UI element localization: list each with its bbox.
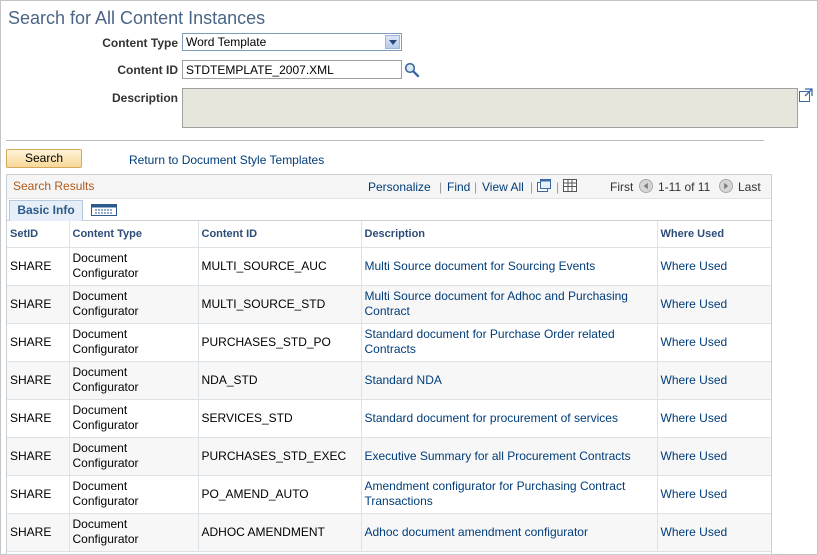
where-used-link[interactable]: Where Used xyxy=(661,335,728,349)
description-link[interactable]: Multi Source document for Sourcing Event… xyxy=(365,259,596,273)
content-type-label: Content Type xyxy=(102,36,178,50)
content-type-cell: Document Configurator xyxy=(69,361,199,400)
content-type-cell: Document Configurator xyxy=(69,437,199,476)
description-link[interactable]: Adhoc document amendment configurator xyxy=(365,525,588,539)
column-header-content-type[interactable]: Content Type xyxy=(69,221,199,248)
content-id-cell: MULTI_SOURCE_STD xyxy=(198,285,362,324)
content-type-cell: Document Configurator xyxy=(69,247,199,286)
where-used-link[interactable]: Where Used xyxy=(661,411,728,425)
setid-cell: SHARE xyxy=(7,437,70,476)
content-id-cell: ADHOC AMENDMENT xyxy=(198,513,362,552)
next-arrow-icon[interactable] xyxy=(719,179,733,193)
content-type-cell: Document Configurator xyxy=(69,399,199,438)
table-row: SHARE Document Configurator MULTI_SOURCE… xyxy=(7,247,771,286)
column-header-content-id[interactable]: Content ID xyxy=(198,221,362,248)
setid-cell: SHARE xyxy=(7,361,70,400)
description-link[interactable]: Executive Summary for all Procurement Co… xyxy=(365,449,631,463)
grid-title: Search Results xyxy=(13,179,95,193)
row-range: 1-11 of 11 xyxy=(658,180,711,194)
content-type-cell: Document Configurator xyxy=(69,475,199,514)
results-table: SetID Content Type Content ID Descriptio… xyxy=(7,221,771,552)
table-row: SHARE Document Configurator ADHOC AMENDM… xyxy=(7,513,771,552)
separator: | xyxy=(556,180,560,194)
content-id-cell: PO_AMEND_AUTO xyxy=(198,475,362,514)
magnifier-icon[interactable] xyxy=(404,62,420,78)
content-type-cell: Document Configurator xyxy=(69,513,199,552)
table-row: SHARE Document Configurator PURCHASES_ST… xyxy=(7,323,771,362)
where-used-link[interactable]: Where Used xyxy=(661,373,728,387)
description-link[interactable]: Multi Source document for Adhoc and Purc… xyxy=(365,289,628,318)
find-link[interactable]: Find xyxy=(447,180,470,194)
show-all-columns-icon[interactable] xyxy=(91,204,117,216)
download-grid-icon[interactable] xyxy=(563,179,577,192)
content-type-cell: Document Configurator xyxy=(69,323,199,362)
page-title: Search for All Content Instances xyxy=(8,8,266,28)
setid-cell: SHARE xyxy=(7,475,70,514)
column-header-setid[interactable]: SetID xyxy=(7,221,70,248)
grid-header-bar: Search Results Personalize | Find | View… xyxy=(7,175,771,199)
description-label: Description xyxy=(111,91,178,105)
expand-textarea-icon[interactable] xyxy=(799,88,813,102)
setid-cell: SHARE xyxy=(7,323,70,362)
table-row: SHARE Document Configurator SERVICES_STD… xyxy=(7,399,771,438)
first-label: First xyxy=(610,180,634,194)
separator: | xyxy=(530,180,534,194)
where-used-link[interactable]: Where Used xyxy=(661,487,728,501)
personalize-link[interactable]: Personalize xyxy=(368,180,431,194)
content-id-label: Content ID xyxy=(117,63,178,77)
grid-tab-row: Basic Info xyxy=(7,199,771,221)
content-id-cell: NDA_STD xyxy=(198,361,362,400)
search-button[interactable]: Search xyxy=(6,149,82,168)
search-results-grid: Search Results Personalize | Find | View… xyxy=(6,174,772,555)
where-used-link[interactable]: Where Used xyxy=(661,297,728,311)
column-header-description[interactable]: Description xyxy=(361,221,658,248)
content-id-cell: MULTI_SOURCE_AUC xyxy=(198,247,362,286)
table-row: SHARE Document Configurator MULTI_SOURCE… xyxy=(7,285,771,324)
table-header-row: SetID Content Type Content ID Descriptio… xyxy=(7,221,771,248)
section-divider xyxy=(6,140,764,141)
chevron-down-icon[interactable] xyxy=(385,35,400,49)
content-type-value: Word Template xyxy=(186,35,267,49)
previous-arrow-icon[interactable] xyxy=(639,179,653,193)
description-field[interactable] xyxy=(182,88,798,128)
description-link[interactable]: Standard document for Purchase Order rel… xyxy=(365,327,615,356)
table-row: SHARE Document Configurator NDA_STD Stan… xyxy=(7,361,771,400)
column-header-where-used[interactable]: Where Used xyxy=(657,221,771,248)
content-type-cell: Document Configurator xyxy=(69,285,199,324)
content-type-select[interactable]: Word Template xyxy=(182,33,402,51)
content-id-cell: SERVICES_STD xyxy=(198,399,362,438)
separator: | xyxy=(474,180,478,194)
where-used-link[interactable]: Where Used xyxy=(661,525,728,539)
where-used-link[interactable]: Where Used xyxy=(661,449,728,463)
tab-basic-info[interactable]: Basic Info xyxy=(9,200,83,221)
content-id-cell: PURCHASES_STD_PO xyxy=(198,323,362,362)
separator: | xyxy=(439,180,443,194)
table-row: SHARE Document Configurator PURCHASES_ST… xyxy=(7,437,771,476)
content-id-cell: PURCHASES_STD_EXEC xyxy=(198,437,362,476)
description-link[interactable]: Standard document for procurement of ser… xyxy=(365,411,618,425)
description-link[interactable]: Standard NDA xyxy=(365,373,442,387)
return-link[interactable]: Return to Document Style Templates xyxy=(129,153,324,167)
where-used-link[interactable]: Where Used xyxy=(661,259,728,273)
new-window-icon[interactable] xyxy=(537,179,551,192)
table-row: SHARE Document Configurator PO_AMEND_AUT… xyxy=(7,475,771,514)
view-all-link[interactable]: View All xyxy=(482,180,524,194)
last-label: Last xyxy=(738,180,761,194)
setid-cell: SHARE xyxy=(7,399,70,438)
content-id-field[interactable]: STDTEMPLATE_2007.XML xyxy=(182,60,402,79)
description-link[interactable]: Amendment configurator for Purchasing Co… xyxy=(365,479,626,508)
setid-cell: SHARE xyxy=(7,247,70,286)
setid-cell: SHARE xyxy=(7,513,70,552)
setid-cell: SHARE xyxy=(7,285,70,324)
